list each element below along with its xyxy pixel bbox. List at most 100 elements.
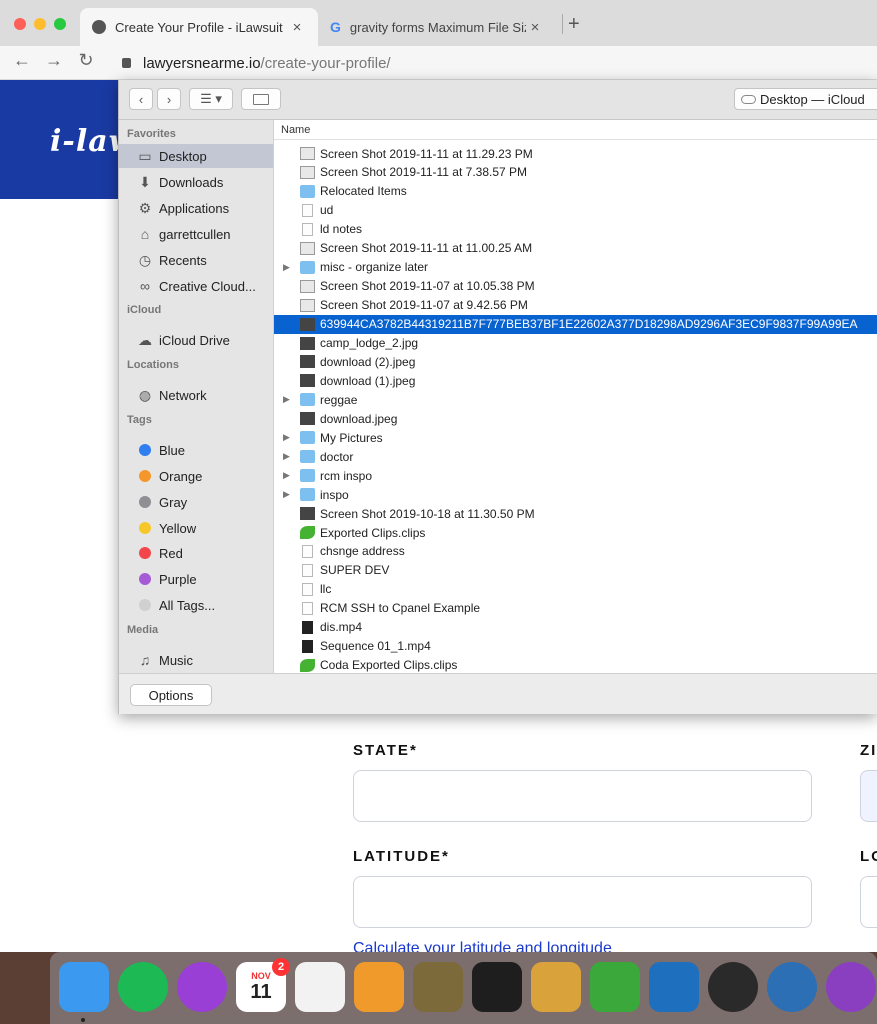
file-row[interactable]: camp_lodge_2.jpg: [274, 334, 877, 353]
terminal-icon[interactable]: [472, 962, 522, 1012]
file-row[interactable]: Screen Shot 2019-10-18 at 11.30.50 PM: [274, 504, 877, 523]
file-row[interactable]: Exported Clips.clips: [274, 523, 877, 542]
sidebar-item-purple[interactable]: Purple: [119, 567, 273, 591]
sidebar-item-gray[interactable]: Gray: [119, 490, 273, 514]
disclosure-triangle-icon[interactable]: ▶: [283, 394, 290, 405]
file-name: dis.mp4: [320, 620, 363, 635]
tab-title: Create Your Profile - iLawsuit: [115, 19, 283, 35]
close-tab-icon[interactable]: ×: [288, 19, 306, 36]
file-row[interactable]: chsnge address: [274, 542, 877, 561]
textedit-icon[interactable]: [295, 962, 345, 1012]
dialog-back-button[interactable]: ‹: [129, 88, 153, 110]
file-name: camp_lodge_2.jpg: [320, 336, 419, 350]
calendar-icon[interactable]: NOV 11 2: [236, 958, 290, 1012]
file-row[interactable]: download (2).jpeg: [274, 352, 877, 371]
file-row[interactable]: ▶ My Pictures: [274, 428, 877, 447]
file-row[interactable]: RCM SSH to Cpanel Example: [274, 599, 877, 618]
file-row[interactable]: download (1).jpeg: [274, 371, 877, 390]
code-brackets-icon[interactable]: [708, 962, 758, 1012]
file-row[interactable]: download.jpeg: [274, 409, 877, 428]
sidebar-item-recents[interactable]: ◷ Recents: [119, 248, 273, 272]
sidebar-item-all-tags[interactable]: All Tags...: [119, 593, 273, 617]
file-row[interactable]: Screen Shot 2019-11-07 at 10.05.38 PM: [274, 277, 877, 296]
sidebar-item-music[interactable]: ♫ Music: [119, 648, 273, 672]
close-tab-icon[interactable]: ×: [526, 19, 544, 36]
file-row[interactable]: Sequence 01_1.mp4: [274, 637, 877, 656]
sidebar-item-icloud-drive[interactable]: ☁ iCloud Drive: [119, 328, 273, 352]
sidebar-item-desktop[interactable]: ▭ Desktop: [119, 144, 273, 168]
file-row[interactable]: dis.mp4: [274, 618, 877, 637]
disclosure-triangle-icon[interactable]: ▶: [283, 489, 290, 500]
new-tab-button[interactable]: +: [568, 13, 580, 36]
sidebar-item-blue[interactable]: Blue: [119, 438, 273, 462]
sidebar-item-red[interactable]: Red: [119, 541, 273, 565]
disclosure-triangle-icon[interactable]: ▶: [283, 432, 290, 443]
sidebar-item-downloads[interactable]: ⬇ Downloads: [119, 170, 273, 194]
document-file-icon: [302, 582, 313, 596]
sidebar-item-orange[interactable]: Orange: [119, 464, 273, 488]
reload-button[interactable]: ↻: [74, 50, 98, 71]
file-row[interactable]: ▶ doctor: [274, 447, 877, 466]
vscode-icon[interactable]: [649, 962, 699, 1012]
sidebar-item-applications[interactable]: ⚙ Applications: [119, 196, 273, 220]
sidebar-section-header: Locations: [127, 359, 179, 371]
sidebar-item-yellow[interactable]: Yellow: [119, 516, 273, 540]
back-button[interactable]: ←: [10, 50, 34, 71]
document-file-icon: [302, 203, 313, 217]
sidebar-item-network[interactable]: ◍ Network: [119, 383, 273, 407]
zoom-window-button[interactable]: [54, 18, 66, 30]
file-row[interactable]: ▶ inspo: [274, 485, 877, 504]
state-input[interactable]: [353, 770, 812, 822]
zip-input[interactable]: [860, 770, 877, 822]
downloads-icon: ⬇: [139, 173, 151, 190]
gas-mask-icon[interactable]: [413, 962, 463, 1012]
file-row[interactable]: ▶ misc - organize later: [274, 258, 877, 277]
longitude-input[interactable]: [860, 876, 877, 928]
file-row[interactable]: Screen Shot 2019-11-11 at 11.00.25 AM: [274, 239, 877, 258]
file-row[interactable]: ld notes: [274, 220, 877, 239]
sidebar-item-creative-cloud[interactable]: ∞ Creative Cloud...: [119, 274, 273, 298]
finder-icon[interactable]: [59, 962, 109, 1012]
file-row[interactable]: ▶ rcm inspo: [274, 466, 877, 485]
view-options-button[interactable]: ☰ ▾: [189, 88, 233, 110]
file-name: rcm inspo: [320, 468, 373, 483]
disclosure-triangle-icon[interactable]: ▶: [283, 262, 290, 273]
name-column-header[interactable]: Name: [274, 120, 877, 140]
minimize-window-button[interactable]: [34, 18, 46, 30]
file-name: Exported Clips.clips: [320, 525, 426, 540]
file-row[interactable]: ud: [274, 201, 877, 220]
file-row[interactable]: ▶ reggae: [274, 390, 877, 409]
calculate-lat-long-link[interactable]: Calculate your latitude and longitude: [353, 940, 612, 952]
github-desktop-icon[interactable]: [826, 962, 876, 1012]
file-row[interactable]: Screen Shot 2019-11-07 at 9.42.56 PM: [274, 296, 877, 315]
options-button[interactable]: Options: [130, 684, 212, 706]
sidebar-item-garrettcullen[interactable]: ⌂ garrettcullen: [119, 222, 273, 246]
latitude-input[interactable]: [353, 876, 812, 928]
file-row[interactable]: llc: [274, 580, 877, 599]
tab-google-search[interactable]: G gravity forms Maximum File Size ×: [320, 8, 554, 46]
file-row[interactable]: SUPER DEV: [274, 561, 877, 580]
file-row[interactable]: Relocated Items: [274, 182, 877, 201]
tab-divider: [562, 14, 563, 34]
mysql-workbench-icon[interactable]: [767, 962, 817, 1012]
dialog-forward-button[interactable]: ›: [157, 88, 181, 110]
address-bar[interactable]: lawyersnearme.io/create-your-profile/: [112, 50, 877, 76]
file-name: Sequence 01_1.mp4: [320, 639, 431, 654]
podcasts-icon[interactable]: [177, 962, 227, 1012]
close-window-button[interactable]: [14, 18, 26, 30]
file-row[interactable]: Screen Shot 2019-11-11 at 11.29.23 PM: [274, 144, 877, 163]
calculator-icon[interactable]: [354, 962, 404, 1012]
file-row[interactable]: 639944CA3782B44319211B7F777BEB37BF1E2260…: [274, 314, 877, 334]
forward-button[interactable]: →: [42, 50, 66, 71]
tab-create-profile[interactable]: Create Your Profile - iLawsuit ×: [80, 8, 318, 46]
sequel-pro-icon[interactable]: [531, 962, 581, 1012]
disclosure-triangle-icon[interactable]: ▶: [283, 470, 290, 481]
file-row[interactable]: Screen Shot 2019-11-11 at 7.38.57 PM: [274, 163, 877, 182]
coda-icon[interactable]: [590, 962, 640, 1012]
disclosure-triangle-icon[interactable]: ▶: [283, 451, 290, 462]
new-folder-button[interactable]: [241, 88, 281, 110]
sidebar-item-label: Gray: [159, 494, 188, 510]
location-dropdown[interactable]: Desktop — iCloud: [734, 88, 877, 110]
file-row[interactable]: Coda Exported Clips.clips: [274, 656, 877, 673]
spotify-icon[interactable]: [118, 962, 168, 1012]
